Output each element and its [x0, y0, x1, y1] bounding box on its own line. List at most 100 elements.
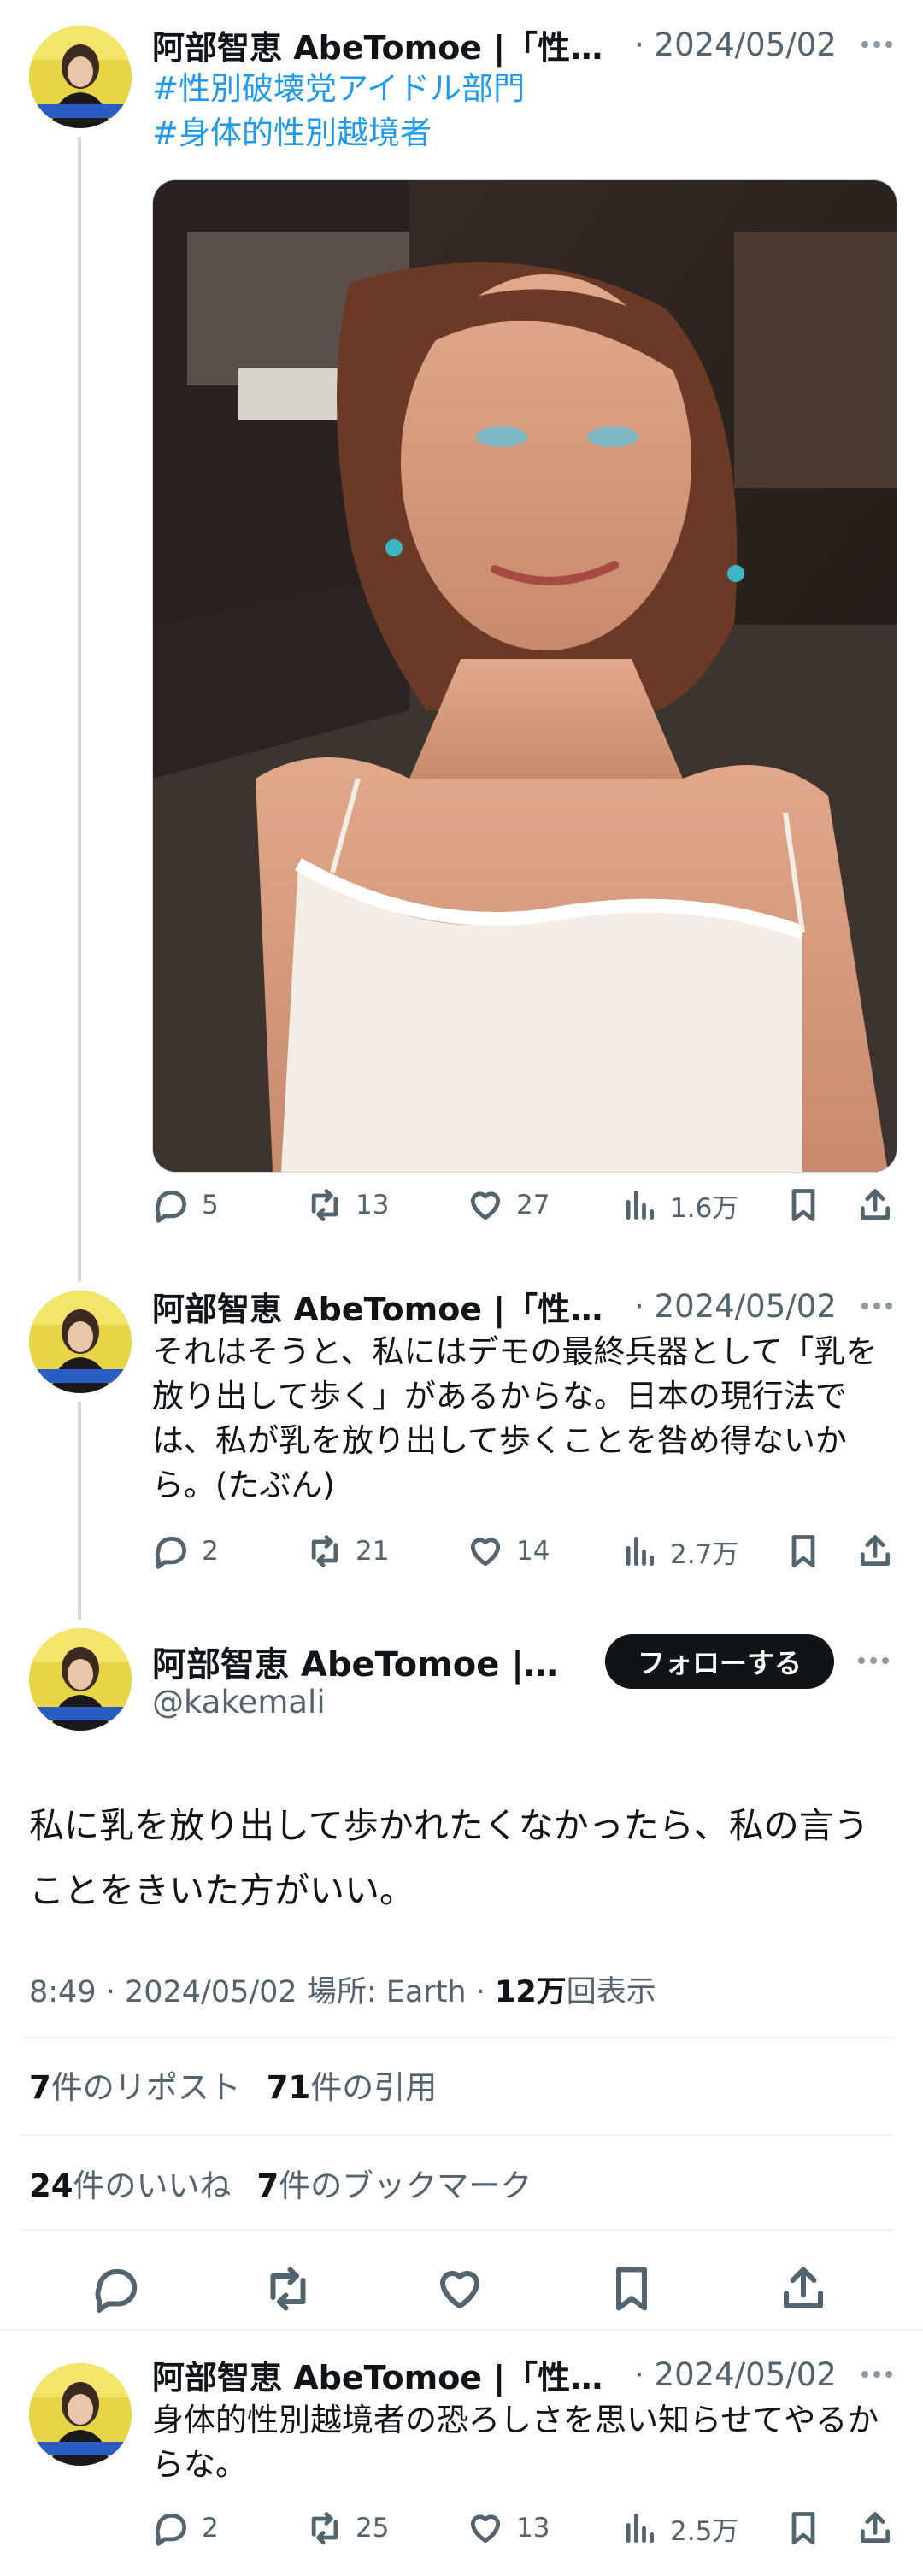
heart-icon — [470, 1538, 501, 1567]
reply-count: 2 — [202, 2513, 219, 2544]
bookmark-button[interactable] — [606, 2263, 657, 2314]
heart-icon — [440, 2271, 479, 2308]
repost-button[interactable] — [262, 2263, 314, 2314]
more-icon[interactable] — [856, 1291, 897, 1321]
tweet-header: 阿部智恵 AbeTomoe |「性別… · 2024/05/02 — [152, 2352, 897, 2397]
author-name[interactable]: 阿部智恵 AbeTomoe |「性... — [152, 1637, 579, 1686]
likes-stat[interactable]: 24件のいいね — [29, 2167, 232, 2204]
tweet-text: 私に乳を放り出して歩かれたくなかったら、私の言うことをきいた方がいい。 — [29, 1805, 869, 1911]
author-name[interactable]: 阿部智恵 AbeTomoe |「性別… — [152, 1283, 622, 1330]
reply-count: 5 — [202, 1190, 219, 1220]
repost-icon — [270, 2267, 306, 2311]
bookmark-button[interactable] — [785, 1186, 822, 1224]
repost-count: 13 — [356, 1190, 390, 1220]
tweet-text: 身体的性別越境者の恐ろしさを思い知らせてやるからな。 — [152, 2402, 879, 2483]
views-icon — [626, 2513, 655, 2544]
tweet-actions: 2 21 14 2.7万 — [152, 1526, 896, 1577]
tweet-header: 阿部智恵 AbeTomoe |「性別… · 2024/05/02 — [152, 22, 897, 67]
timestamp-location[interactable]: 8:49 · 2024/05/02 場所: Earth · — [29, 1975, 495, 2009]
like-count: 27 — [516, 1190, 550, 1220]
views-icon — [626, 1190, 655, 1220]
divider — [21, 2229, 894, 2231]
more-icon[interactable] — [853, 1645, 894, 1676]
tweet-date[interactable]: · 2024/05/02 — [634, 1288, 837, 1325]
author-name[interactable]: 阿部智恵 AbeTomoe |「性別… — [152, 21, 622, 68]
quotes-stat[interactable]: 71件の引用 — [267, 2069, 438, 2106]
share-icon — [860, 1535, 891, 1567]
views-count: 2.7万 — [670, 1538, 739, 1570]
reply-button[interactable]: 2 — [152, 1532, 219, 1570]
tweet-text: #性別破壊党アイドル部門 #身体的性別越境者 — [152, 67, 884, 156]
main-actions — [0, 2256, 923, 2325]
repost-icon — [311, 1535, 338, 1567]
author-name[interactable]: 阿部智恵 AbeTomoe |「性別… — [152, 2351, 622, 2398]
bookmarks-stat[interactable]: 7件のブックマーク — [257, 2167, 532, 2204]
repost-icon — [311, 1189, 338, 1221]
follow-button[interactable]: フォローする — [605, 1634, 834, 1689]
reply-button[interactable] — [91, 2263, 142, 2314]
thread-line — [78, 137, 81, 1282]
repost-count: 21 — [356, 1536, 390, 1567]
views-button[interactable]: 2.5万 — [620, 2509, 738, 2548]
avatar[interactable] — [29, 2363, 132, 2466]
tweet-date[interactable]: · 2024/05/02 — [634, 26, 837, 63]
heart-icon — [470, 2514, 501, 2544]
views-button[interactable]: 2.7万 — [620, 1532, 738, 1571]
share-button[interactable] — [778, 2263, 829, 2314]
tweet-meta: 8:49 · 2024/05/02 場所: Earth · 12万回表示 — [29, 1967, 656, 2011]
avatar[interactable] — [29, 1291, 132, 1393]
heart-icon — [470, 1191, 501, 1220]
repost-count: 25 — [356, 2513, 390, 2544]
repost-button[interactable]: 13 — [306, 1186, 389, 1224]
reply-icon — [155, 1190, 186, 1223]
repost-button[interactable]: 21 — [306, 1532, 389, 1570]
share-button[interactable] — [856, 2509, 894, 2547]
tweet-photo[interactable] — [152, 179, 897, 1173]
views-count: 2.5万 — [670, 2515, 739, 2547]
more-icon[interactable] — [856, 2359, 897, 2390]
stats-row: 7件のリポスト 71件の引用 — [29, 2061, 437, 2108]
divider — [21, 2134, 894, 2136]
reply-icon — [155, 2513, 186, 2546]
avatar[interactable] — [29, 1628, 132, 1731]
author-handle[interactable]: @kakemali — [152, 1684, 326, 1720]
hashtag-link[interactable]: #性別破壊党アイドル部門 — [152, 67, 884, 111]
like-button[interactable]: 13 — [467, 2509, 550, 2547]
bookmark-icon — [791, 1535, 815, 1567]
tweet-actions: 2 25 13 2.5万 — [152, 2502, 896, 2554]
reply-count: 2 — [202, 1536, 219, 1567]
share-button[interactable] — [856, 1186, 894, 1224]
views-count: 1.6万 — [670, 1192, 739, 1224]
avatar[interactable] — [29, 26, 132, 128]
share-icon — [860, 2512, 891, 2544]
views-icon — [626, 1536, 655, 1567]
reply-icon — [95, 2268, 138, 2313]
like-button[interactable] — [434, 2263, 485, 2314]
bookmark-icon — [791, 2512, 815, 2544]
share-button[interactable] — [856, 1532, 894, 1570]
bookmark-button[interactable] — [785, 1532, 822, 1570]
repost-button[interactable]: 25 — [306, 2509, 389, 2547]
tweet-date[interactable]: · 2024/05/02 — [634, 2356, 837, 2393]
reply-icon — [155, 1536, 186, 1569]
views-label: 回表示 — [566, 1975, 656, 2009]
hashtag-link[interactable]: #身体的性別越境者 — [152, 111, 884, 156]
repost-icon — [311, 2512, 338, 2544]
like-count: 13 — [516, 2513, 550, 2544]
tweet-text: それはそうと、私にはデモの最終兵器として「乳を放り出して歩く」があるからな。日本… — [152, 1333, 878, 1503]
like-button[interactable]: 14 — [467, 1532, 550, 1570]
bookmark-icon — [791, 1189, 815, 1221]
stats-row: 24件のいいね 7件のブックマーク — [29, 2160, 532, 2206]
bookmark-button[interactable] — [785, 2509, 822, 2547]
more-icon[interactable] — [856, 29, 897, 60]
like-button[interactable]: 27 — [467, 1186, 550, 1224]
reposts-stat[interactable]: 7件のリポスト — [29, 2069, 241, 2106]
bookmark-icon — [616, 2267, 647, 2311]
views-button[interactable]: 1.6万 — [620, 1186, 738, 1225]
share-icon — [784, 2267, 823, 2308]
like-count: 14 — [516, 1536, 550, 1567]
tweet-actions: 5 13 27 1.6万 — [152, 1179, 896, 1231]
reply-button[interactable]: 5 — [152, 1186, 219, 1224]
tweet-header: 阿部智恵 AbeTomoe |「性別… · 2024/05/02 — [152, 1284, 897, 1328]
reply-button[interactable]: 2 — [152, 2509, 219, 2547]
